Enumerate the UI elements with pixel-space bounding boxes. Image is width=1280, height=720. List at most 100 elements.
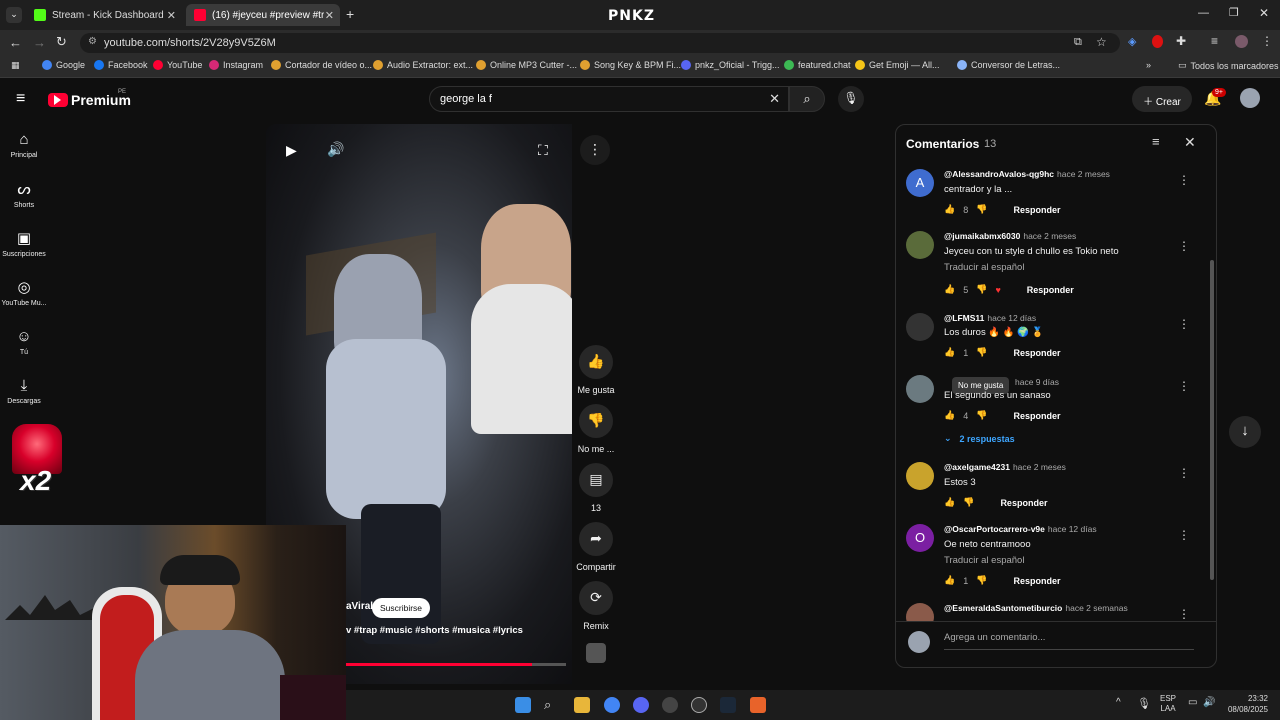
close-icon[interactable]: ✕ [167,9,176,22]
thumbs-up-icon[interactable]: 👍 [944,284,955,295]
bookmark-item[interactable]: YouTube [153,60,202,70]
sidebar-item-home[interactable]: ⌂ Principal [0,131,48,159]
translate-link[interactable]: Traducir al español [944,555,1024,566]
tab-youtube-short[interactable]: (16) #jeyceu #preview #trap # ✕ [186,4,340,26]
media-icon[interactable]: ≡ [1211,34,1218,48]
bookmark-item[interactable]: pnkz_Oficial - Trigg... [681,60,780,70]
all-bookmarks[interactable]: ▭ Todos los marcadores [1178,60,1279,71]
forward-icon[interactable]: → [33,35,46,50]
thumbs-down-icon[interactable]: 👎 [976,284,987,295]
comment-author[interactable]: hace 9 días [1012,377,1059,387]
create-button[interactable]: ＋ Crear [1132,86,1192,112]
bookmark-item[interactable]: featured.chat [784,60,851,70]
star-icon[interactable]: ☆ [1096,35,1107,49]
thumbs-up-icon[interactable]: 👍 [944,204,955,215]
avatar[interactable]: O [906,524,934,552]
new-tab-button[interactable]: + [346,6,354,22]
avatar[interactable] [906,231,934,259]
channel-name[interactable]: aViral [346,601,373,612]
share-button[interactable]: ➦ Compartir [574,522,618,572]
sidebar-item-you[interactable]: ☺ Tú [0,328,48,356]
bookmark-item[interactable]: Facebook [94,60,148,70]
search-icon[interactable]: ⌕ [544,697,560,713]
remix-button[interactable]: ⟳ Remix [574,581,618,631]
chrome-icon[interactable] [604,697,620,713]
comment-author[interactable]: @LFMS11 hace 12 días [944,313,1036,323]
thumbs-down-icon[interactable]: 👎 [976,410,987,421]
comment-menu-icon[interactable]: ⋮ [1178,466,1190,480]
menu-icon[interactable]: ⋮ [1261,34,1273,48]
thumbs-down-icon[interactable]: 👎 [963,497,974,508]
windows-start-icon[interactable] [515,697,531,713]
clear-search-icon[interactable]: ✕ [769,91,780,107]
network-icon[interactable]: ▭ [1188,697,1197,708]
window-close-icon[interactable]: ✕ [1259,6,1269,20]
thumbs-up-icon[interactable]: 👍 [944,410,955,421]
minimize-icon[interactable]: — [1198,7,1209,19]
extension-icon[interactable]: ◈ [1128,35,1136,48]
avatar[interactable] [906,462,934,490]
discord-icon[interactable] [633,697,649,713]
bookmark-item[interactable]: Get Emoji — All... [855,60,940,70]
thumbs-down-icon[interactable]: 👎 [976,347,987,358]
comment-author[interactable]: @EsmeraldaSantometiburcio hace 2 semanas [944,603,1128,613]
steam-icon[interactable] [720,697,736,713]
maximize-icon[interactable]: ❐ [1229,6,1239,19]
bookmark-item[interactable]: Cortador de vídeo o... [271,60,372,70]
obs-icon[interactable] [691,697,707,713]
sidebar-item-shorts[interactable]: ᔕ Shorts [0,180,48,209]
bookmark-item[interactable]: Audio Extractor: ext... [373,60,473,70]
mic-icon[interactable]: 🎙 [1137,697,1151,710]
puzzle-icon[interactable]: ✚ [1176,34,1186,48]
audio-thumbnail[interactable] [586,643,606,663]
like-button[interactable]: 👍 Me gusta [574,345,618,395]
thumbs-up-icon[interactable]: 👍 [944,347,955,358]
volume-icon[interactable]: 🔊 [327,141,344,158]
clock[interactable]: 23:32 08/08/2025 [1222,693,1268,715]
file-explorer-icon[interactable] [574,697,590,713]
translate-link[interactable]: Traducir al español [944,262,1024,273]
sidebar-item-subscriptions[interactable]: ▣ Suscripciones [0,229,48,258]
close-comments-icon[interactable]: ✕ [1184,134,1196,151]
reply-button[interactable]: Responder [1000,498,1047,508]
hamburger-icon[interactable]: ≡ [16,90,25,108]
comment-author[interactable]: @axelgame4231 hace 2 meses [944,462,1066,472]
reply-button[interactable]: Responder [1027,285,1074,295]
extension-red-icon[interactable] [1152,35,1163,48]
comment-menu-icon[interactable]: ⋮ [1178,239,1190,253]
url-bar[interactable]: ⚙ youtube.com/shorts/2V28y9V5Z6M ⧉ ☆ [80,33,1120,53]
reply-button[interactable]: Responder [1013,348,1060,358]
apps-icon[interactable]: ▦ [11,60,20,71]
avatar[interactable] [906,375,934,403]
site-info-icon[interactable]: ⚙ [88,36,97,47]
next-short-button[interactable]: ↓ [1229,416,1261,448]
profile-avatar[interactable] [1235,35,1248,48]
close-icon[interactable]: ✕ [325,9,334,22]
play-icon[interactable]: ▶ [286,142,297,159]
back-icon[interactable]: ← [9,35,22,50]
comment-author[interactable]: @jumaikabmx6030 hace 2 meses [944,231,1076,241]
avatar[interactable] [906,603,934,621]
bookmark-item[interactable]: Song Key & BPM Fi... [580,60,681,70]
reply-button[interactable]: Responder [1013,576,1060,586]
fullscreen-icon[interactable]: ⛶ [538,142,548,159]
tab-search-icon[interactable]: ⌄ [6,7,22,23]
comment-author[interactable]: @AlessandroAvalos-qg9hc hace 2 meses [944,169,1110,179]
bookmark-item[interactable]: Instagram [209,60,263,70]
comment-menu-icon[interactable]: ⋮ [1178,607,1190,621]
app-icon[interactable] [750,697,766,713]
more-bookmarks-icon[interactable]: » [1146,60,1151,70]
thumbs-up-icon[interactable]: 👍 [944,575,955,586]
add-comment-input[interactable]: Agrega un comentario... [944,632,1194,650]
thumbs-up-icon[interactable]: 👍 [944,497,955,508]
comment-menu-icon[interactable]: ⋮ [1178,173,1190,187]
avatar[interactable]: A [906,169,934,197]
bookmark-item[interactable]: Conversor de Letras... [957,60,1060,70]
comment-menu-icon[interactable]: ⋮ [1178,528,1190,542]
comment-menu-icon[interactable]: ⋮ [1178,379,1190,393]
replies-toggle[interactable]: ⌄ 2 respuestas [944,433,1023,444]
app-icon[interactable] [662,697,678,713]
sidebar-item-downloads[interactable]: ⤓ Descargas [0,377,48,405]
sort-icon[interactable]: ≡ [1152,134,1160,149]
install-icon[interactable]: ⧉ [1074,36,1082,49]
